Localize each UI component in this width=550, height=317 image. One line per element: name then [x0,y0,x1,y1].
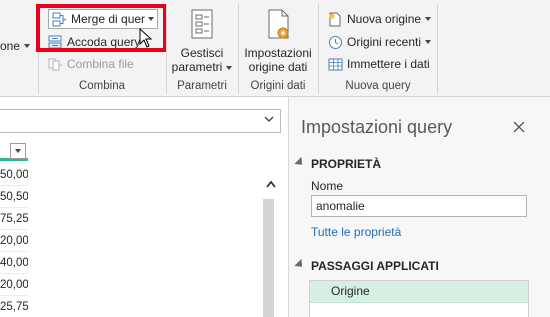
collapse-triangle-icon [294,156,306,169]
enter-data-icon [328,57,343,72]
ribbon-separator [318,4,319,94]
ribbon-partial-label: one [0,39,21,53]
new-source-label: Nuova origine [347,12,422,26]
data-preview-pane: 50,00 50,50 75,25 20,00 40,00 20,00 25,7… [0,97,288,317]
table-cell: 40,00 [0,252,28,274]
vertical-scrollbar-thumb[interactable] [263,199,274,317]
new-source-icon [328,12,343,27]
highlight-box [36,4,167,52]
enter-data-label: Immettere i dati [347,57,430,71]
ribbon-partial-button[interactable]: one [0,36,31,56]
group-label-nuova-query: Nuova query [345,80,411,92]
group-label-origini-dati: Origini dati [250,80,306,92]
manage-parameters-button[interactable]: Gestisci parametri [168,8,236,74]
ribbon: one Merge di query Accoda query Combina … [0,0,550,97]
chevron-down-icon [425,40,432,44]
recent-sources-label: Origini recenti [347,35,422,49]
manage-parameters-icon [186,8,218,42]
combine-files-button[interactable]: Combina file [48,54,134,74]
ribbon-separator [166,4,167,94]
combine-files-icon [48,57,63,72]
recent-sources-button[interactable]: Origini recenti [328,32,432,52]
table-cell: 75,25 [0,208,28,230]
table-cell: 20,00 [0,274,28,296]
table-cell: 25,75 [0,296,28,317]
ribbon-separator [437,4,438,94]
applied-steps-heading: PASSAGGI APPLICATI [311,259,439,273]
new-source-button[interactable]: Nuova origine [328,9,432,29]
close-icon[interactable] [512,120,526,134]
applied-steps-list: Origine [309,280,529,317]
column-filter-dropdown[interactable] [10,143,26,159]
chevron-down-icon [425,17,432,21]
name-label: Nome [311,179,344,193]
collapse-triangle-icon [294,258,306,271]
all-properties-link[interactable]: Tutte le proprietà [311,225,401,239]
column-header[interactable] [0,141,28,161]
table-cell: 20,00 [0,230,28,252]
chevron-down-icon [226,65,233,70]
chevron-down-icon [24,44,31,48]
datasource-settings-button[interactable]: Impostazioni origine dati [240,8,316,74]
formula-bar[interactable] [0,109,281,133]
manage-parameters-label-1: Gestisci [180,46,224,60]
scroll-up-icon[interactable] [266,180,276,188]
chevron-down-icon[interactable] [264,114,274,124]
datasource-settings-icon [262,8,294,42]
table-cell: 50,50 [0,186,28,208]
datasource-settings-label-2: origine dati [248,60,308,74]
recent-sources-icon [328,35,343,50]
ribbon-separator [238,4,239,94]
table-cell: 50,00 [0,164,28,186]
query-settings-title: Impostazioni query [301,117,453,137]
group-label-parametri: Parametri [177,80,227,92]
chevron-down-icon [15,149,21,153]
enter-data-button[interactable]: Immettere i dati [328,54,430,74]
properties-heading: PROPRIETÀ [311,157,382,171]
combine-files-label: Combina file [67,57,134,71]
applied-step-item[interactable]: Origine [310,281,528,303]
query-settings-pane: Impostazioni query PROPRIETÀ Nome Tutte … [288,97,550,317]
query-name-input[interactable] [311,195,527,217]
applied-steps-section-header[interactable]: PASSAGGI APPLICATI [294,258,439,273]
datasource-settings-label-1: Impostazioni [244,46,312,60]
group-label-combina: Combina [78,80,126,92]
properties-section-header[interactable]: PROPRIETÀ [294,156,382,171]
manage-parameters-label-2: parametri [171,60,223,74]
